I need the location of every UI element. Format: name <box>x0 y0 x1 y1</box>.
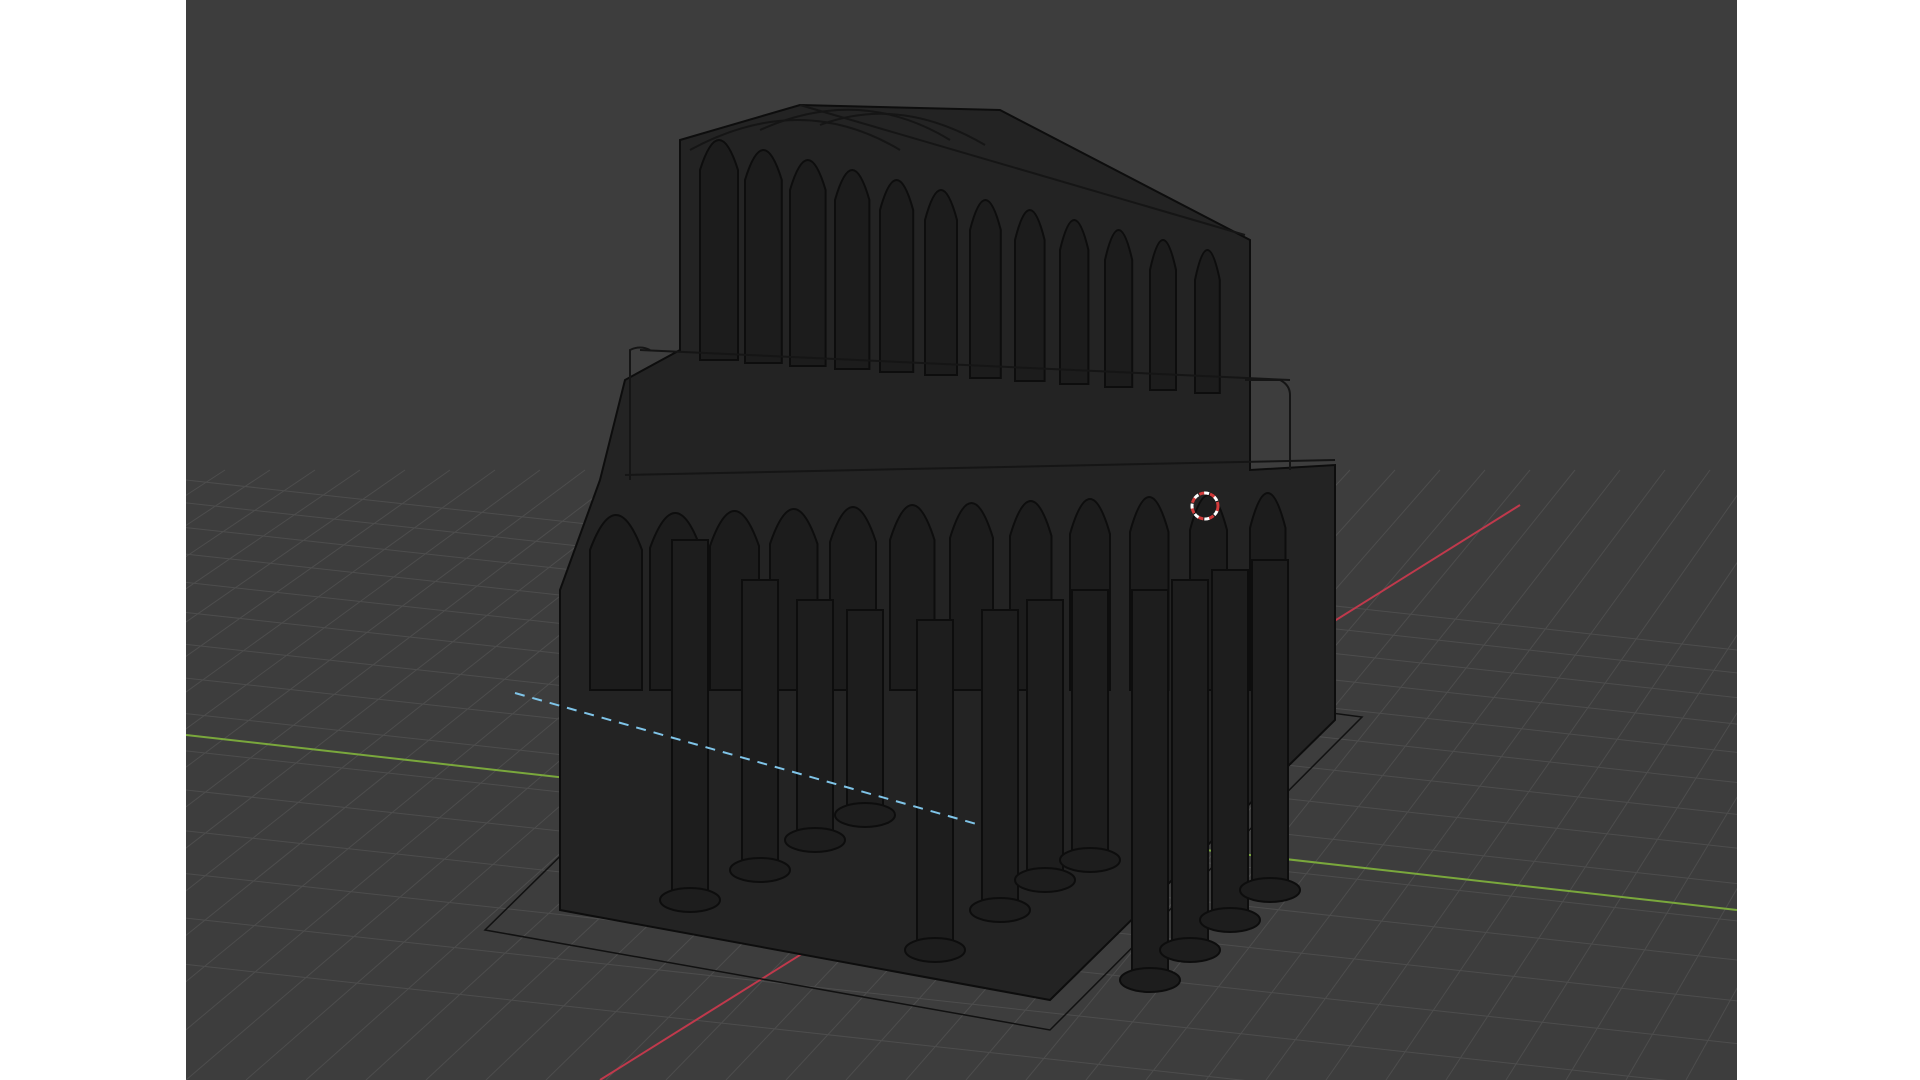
clerestory-window <box>1014 209 1046 382</box>
nave-column <box>846 609 884 816</box>
nave-column <box>796 599 834 841</box>
nave-column <box>1071 589 1109 861</box>
column-base <box>1014 867 1076 893</box>
app-window <box>0 0 1920 1080</box>
column-base <box>1239 877 1301 903</box>
nave-column <box>981 609 1019 911</box>
clerestory-window <box>1104 229 1134 388</box>
nave-column <box>1131 589 1169 981</box>
clerestory-window <box>924 189 958 376</box>
clerestory-window <box>834 169 871 370</box>
nave-column <box>1211 569 1249 921</box>
clerestory-window <box>789 159 827 367</box>
clerestory-window <box>1194 249 1221 394</box>
clerestory-window <box>879 179 915 373</box>
clerestory-window <box>1059 219 1090 385</box>
nave-column <box>671 539 709 901</box>
clerestory-window <box>744 149 783 364</box>
column-base <box>1199 907 1261 933</box>
column-base <box>1119 967 1181 993</box>
column-base <box>784 827 846 853</box>
nave-column <box>1251 559 1289 891</box>
column-base <box>969 897 1031 923</box>
clerestory-window <box>969 199 1002 379</box>
clerestory-window <box>699 139 739 361</box>
nave-column <box>1026 599 1064 881</box>
column-base <box>659 887 721 913</box>
column-base <box>904 937 966 963</box>
nave-column <box>1171 579 1209 951</box>
clerestory-window <box>1149 239 1177 391</box>
column-base <box>1159 937 1221 963</box>
viewport-canvas[interactable] <box>186 0 1737 1080</box>
nave-column <box>916 619 954 951</box>
column-base <box>1059 847 1121 873</box>
3d-viewport[interactable] <box>186 0 1737 1080</box>
nave-column <box>741 579 779 871</box>
aisle-arch <box>589 514 643 691</box>
column-base <box>729 857 791 883</box>
column-base <box>834 802 896 828</box>
